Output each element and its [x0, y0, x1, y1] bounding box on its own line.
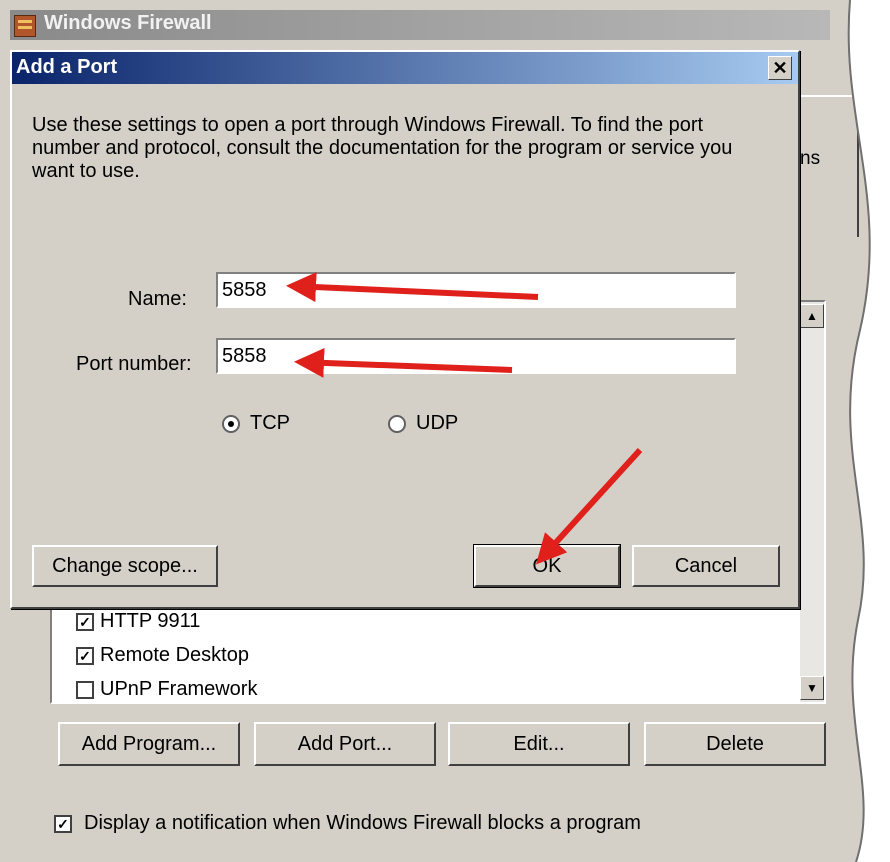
exception-label: UPnP Framework [100, 678, 258, 700]
list-item[interactable]: UPnP Framework [76, 678, 257, 701]
firewall-titlebar: Windows Firewall [10, 10, 830, 40]
name-field[interactable] [216, 272, 736, 308]
port-number-field[interactable] [216, 338, 736, 374]
change-scope-button[interactable]: Change scope... [32, 545, 218, 587]
cancel-button[interactable]: Cancel [632, 545, 780, 587]
exception-label: Remote Desktop [100, 644, 249, 666]
add-program-label: Add Program... [81, 732, 217, 755]
delete-button[interactable]: Delete [644, 722, 826, 766]
notification-checkbox[interactable]: ✓ [54, 814, 72, 833]
torn-edge-decoration [847, 0, 890, 862]
list-item[interactable]: ✓ Remote Desktop [76, 644, 249, 667]
add-program-button[interactable]: Add Program... [58, 722, 240, 766]
ok-label: OK [532, 554, 562, 577]
edit-label: Edit... [513, 732, 565, 755]
radio-selected-dot [228, 420, 234, 427]
exception-checkbox[interactable]: ✓ [76, 612, 94, 631]
close-icon[interactable]: ✕ [768, 56, 792, 80]
tcp-label: TCP [250, 412, 290, 434]
port-number-label: Port number: [76, 353, 192, 375]
exception-checkbox[interactable] [76, 680, 94, 699]
dialog-title: Add a Port [16, 56, 118, 78]
ok-button[interactable]: OK [473, 544, 621, 588]
tcp-radio[interactable] [222, 414, 240, 433]
add-port-dialog: Add a Port ✕ Use these settings to open … [10, 50, 800, 609]
udp-label: UDP [416, 412, 459, 434]
exception-checkbox[interactable]: ✓ [76, 646, 94, 665]
edit-button[interactable]: Edit... [448, 722, 630, 766]
list-item[interactable]: ✓ HTTP 9911 [76, 610, 200, 633]
dialog-titlebar[interactable]: Add a Port ✕ [12, 52, 798, 84]
delete-label: Delete [706, 732, 764, 755]
firewall-icon [14, 15, 36, 37]
dialog-description: Use these settings to open a port throug… [32, 114, 733, 182]
add-port-button[interactable]: Add Port... [254, 722, 436, 766]
tcp-radio-option[interactable]: TCP [222, 412, 290, 435]
exception-label: HTTP 9911 [100, 610, 201, 632]
udp-radio-option[interactable]: UDP [388, 412, 458, 435]
change-scope-label: Change scope... [52, 554, 198, 577]
tab-text-fragment: ns [800, 148, 821, 169]
udp-radio[interactable] [388, 414, 406, 433]
firewall-title: Windows Firewall [44, 12, 212, 34]
name-label: Name: [128, 288, 187, 310]
notification-label: Display a notification when Windows Fire… [84, 812, 641, 834]
notification-option[interactable]: ✓ Display a notification when Windows Fi… [54, 812, 641, 835]
cancel-label: Cancel [674, 554, 738, 577]
add-port-label: Add Port... [297, 732, 393, 755]
